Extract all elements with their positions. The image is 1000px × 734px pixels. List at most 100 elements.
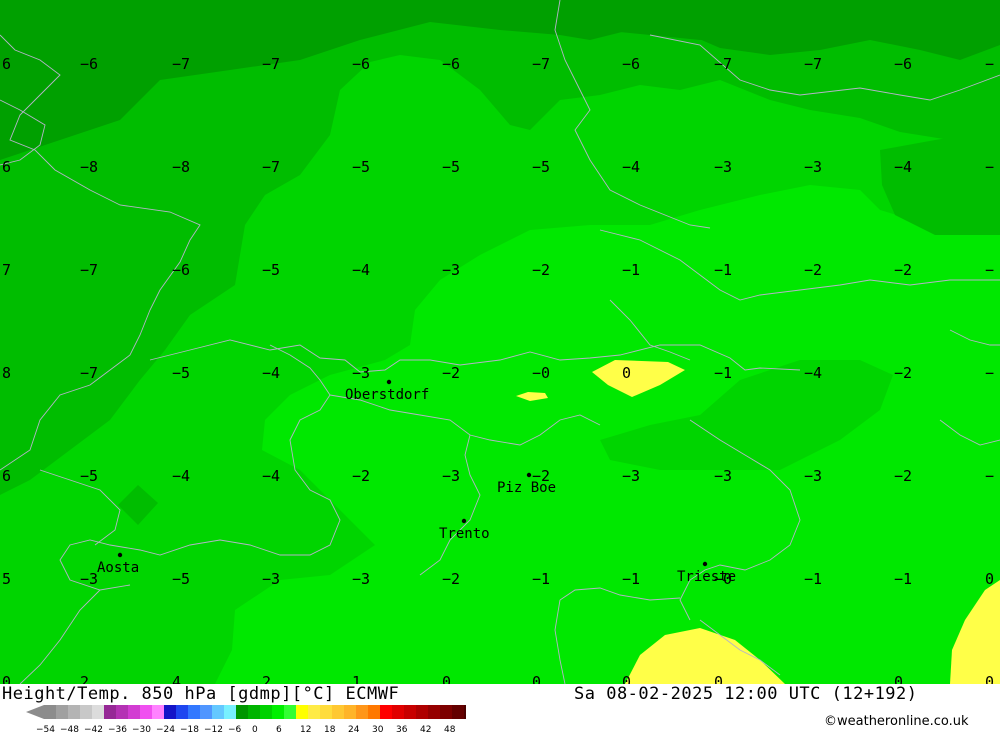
temperature-value: − xyxy=(985,55,994,73)
city-dot xyxy=(461,518,467,524)
temperature-value: −4 xyxy=(352,261,370,279)
temperature-value: 0 xyxy=(532,673,541,684)
temperature-value: −5 xyxy=(172,364,190,382)
temperature-value: −6 xyxy=(894,55,912,73)
temperature-value: −7 xyxy=(804,55,822,73)
temperature-value: −7 xyxy=(714,55,732,73)
temperature-value: −2 xyxy=(894,467,912,485)
city-label: Trento xyxy=(439,526,490,542)
scale-cell xyxy=(464,705,466,719)
scale-cell xyxy=(80,705,92,719)
city-label: Piz Boe xyxy=(497,480,556,496)
scale-cell xyxy=(308,705,320,719)
temperature-value: −6 xyxy=(80,55,98,73)
temperature-value: −3 xyxy=(80,570,98,588)
scale-cell xyxy=(344,705,356,719)
scale-cell xyxy=(404,705,416,719)
scale-arrow-left xyxy=(26,705,44,719)
temperature-value: −8 xyxy=(80,158,98,176)
scale-cell xyxy=(152,705,164,719)
temperature-value: −3 xyxy=(804,158,822,176)
temperature-value: 0 xyxy=(622,673,631,684)
temperature-value: −5 xyxy=(172,570,190,588)
scale-cell xyxy=(428,705,440,719)
temperature-value: −2 xyxy=(442,570,460,588)
temperature-value: 2 xyxy=(262,673,271,684)
scale-cell xyxy=(296,705,308,719)
scale-cell xyxy=(392,705,404,719)
temperature-value: −5 xyxy=(442,158,460,176)
temperature-value: −2 xyxy=(352,467,370,485)
scale-cell xyxy=(104,705,116,719)
temperature-value: −2 xyxy=(894,261,912,279)
temperature-value: −8 xyxy=(172,158,190,176)
temperature-value: 8 xyxy=(2,364,11,382)
temperature-value: 1 xyxy=(352,673,361,684)
temperature-value: −1 xyxy=(622,570,640,588)
city-label: Aosta xyxy=(97,560,139,576)
temperature-value: −3 xyxy=(442,261,460,279)
temperature-value: −2 xyxy=(532,261,550,279)
temperature-value: 0 xyxy=(894,673,903,684)
temperature-value: −4 xyxy=(262,467,280,485)
temperature-value: −2 xyxy=(804,261,822,279)
temperature-value: −3 xyxy=(262,570,280,588)
temperature-value: −2 xyxy=(442,364,460,382)
scale-cell xyxy=(248,705,260,719)
temperature-value: −2 xyxy=(894,364,912,382)
temperature-value: −5 xyxy=(352,158,370,176)
city-dot xyxy=(526,472,532,478)
scale-cell xyxy=(380,705,392,719)
temperature-value: −4 xyxy=(622,158,640,176)
temperature-value: −1 xyxy=(804,570,822,588)
temperature-value: 4 xyxy=(172,673,181,684)
temperature-value: 2 xyxy=(80,673,89,684)
temperature-value: −3 xyxy=(714,158,732,176)
temperature-value: −4 xyxy=(804,364,822,382)
temperature-value: −1 xyxy=(714,364,732,382)
temperature-value: 6 xyxy=(2,55,11,73)
temperature-value: 0 xyxy=(714,673,723,684)
scale-cell xyxy=(416,705,428,719)
scale-cell xyxy=(212,705,224,719)
temperature-value: − xyxy=(985,261,994,279)
temperature-value: 0 xyxy=(985,673,994,684)
scale-cell xyxy=(440,705,452,719)
temperature-value: −5 xyxy=(80,467,98,485)
scale-cell xyxy=(224,705,236,719)
scale-cell xyxy=(452,705,464,719)
scale-cell xyxy=(236,705,248,719)
temperature-value: −1 xyxy=(622,261,640,279)
temperature-value: 0 xyxy=(985,570,994,588)
temperature-value: −4 xyxy=(172,467,190,485)
temperature-value: −1 xyxy=(894,570,912,588)
temperature-value: −7 xyxy=(262,55,280,73)
temperature-value: −1 xyxy=(532,570,550,588)
temperature-value: −6 xyxy=(622,55,640,73)
temperature-value: −6 xyxy=(352,55,370,73)
temperature-value: − xyxy=(985,467,994,485)
scale-cell xyxy=(356,705,368,719)
scale-cell xyxy=(200,705,212,719)
temperature-value: −3 xyxy=(622,467,640,485)
temperature-value: −7 xyxy=(262,158,280,176)
temperature-value: −4 xyxy=(894,158,912,176)
temperature-value: −5 xyxy=(532,158,550,176)
scale-cell xyxy=(116,705,128,719)
temperature-value: −3 xyxy=(352,570,370,588)
scale-cell xyxy=(368,705,380,719)
city-label: Oberstdorf xyxy=(345,387,429,403)
credit-text[interactable]: ©weatheronline.co.uk xyxy=(824,714,969,729)
temperature-value: −4 xyxy=(262,364,280,382)
color-scale-legend: −54 −48 −42 −36 −30 −24 −18 −12 −6 0 6 12 18 24 30 36 42… xyxy=(26,705,466,734)
temperature-value: −7 xyxy=(532,55,550,73)
temperature-value: −3 xyxy=(352,364,370,382)
temperature-value: −3 xyxy=(442,467,460,485)
city-dot xyxy=(386,379,392,385)
map-title: Height/Temp. 850 hPa [gdmp][°C] ECMWF xyxy=(2,684,400,704)
temperature-value: 5 xyxy=(2,570,11,588)
temperature-value: −7 xyxy=(80,364,98,382)
temperature-value: −1 xyxy=(714,261,732,279)
scale-cell xyxy=(332,705,344,719)
temperature-map: 6 −6 −7 −7 −6 −6 −7 −6 −7 −7 −6 −6 −8 −8 −7 −5 −5 −5 −4 −3−… xyxy=(0,0,1000,684)
